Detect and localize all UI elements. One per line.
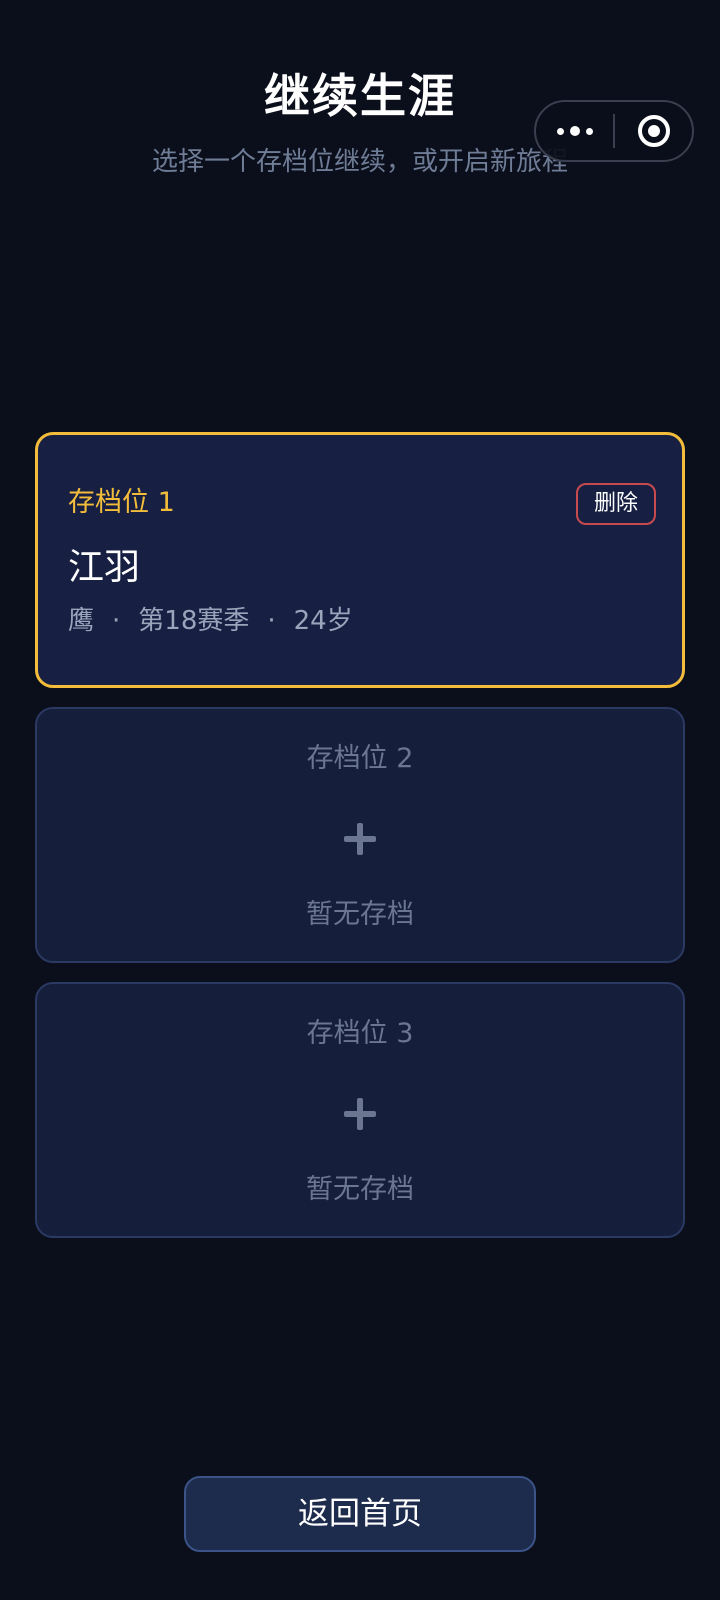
target-close-icon bbox=[637, 115, 670, 147]
plus-icon bbox=[344, 823, 376, 855]
save-slot-1[interactable]: 存档位 1 删除 江羽 鹰 · 第18赛季 · 24岁 bbox=[35, 432, 685, 688]
save-select-screen: 继续生涯 选择一个存档位继续，或开启新旅程 存档位 1 删除 江羽 鹰 · 第1… bbox=[0, 0, 720, 1600]
player-meta: 鹰 · 第18赛季 · 24岁 bbox=[68, 603, 353, 639]
miniprogram-capsule bbox=[534, 100, 694, 162]
player-name: 江羽 bbox=[68, 547, 141, 588]
slot-label: 存档位 1 bbox=[68, 487, 175, 518]
back-home-button[interactable]: 返回首页 bbox=[184, 1476, 536, 1552]
save-slot-3[interactable]: 存档位 3 暂无存档 bbox=[35, 982, 685, 1238]
meta-separator: · bbox=[112, 606, 121, 636]
more-dots-icon bbox=[556, 126, 593, 136]
player-position: 鹰 bbox=[68, 606, 95, 636]
plus-icon bbox=[344, 1098, 376, 1130]
meta-separator: · bbox=[267, 606, 276, 636]
slot-empty-text: 暂无存档 bbox=[306, 1174, 414, 1205]
slot-label: 存档位 2 bbox=[306, 743, 414, 774]
more-button[interactable] bbox=[536, 102, 613, 160]
delete-save-button[interactable]: 删除 bbox=[576, 483, 656, 525]
close-miniprogram-button[interactable] bbox=[615, 102, 692, 160]
player-season: 第18赛季 bbox=[138, 606, 250, 636]
slot-empty-text: 暂无存档 bbox=[306, 899, 414, 930]
player-age: 24岁 bbox=[293, 606, 353, 636]
save-slot-2[interactable]: 存档位 2 暂无存档 bbox=[35, 707, 685, 963]
slot-label: 存档位 3 bbox=[306, 1018, 414, 1049]
